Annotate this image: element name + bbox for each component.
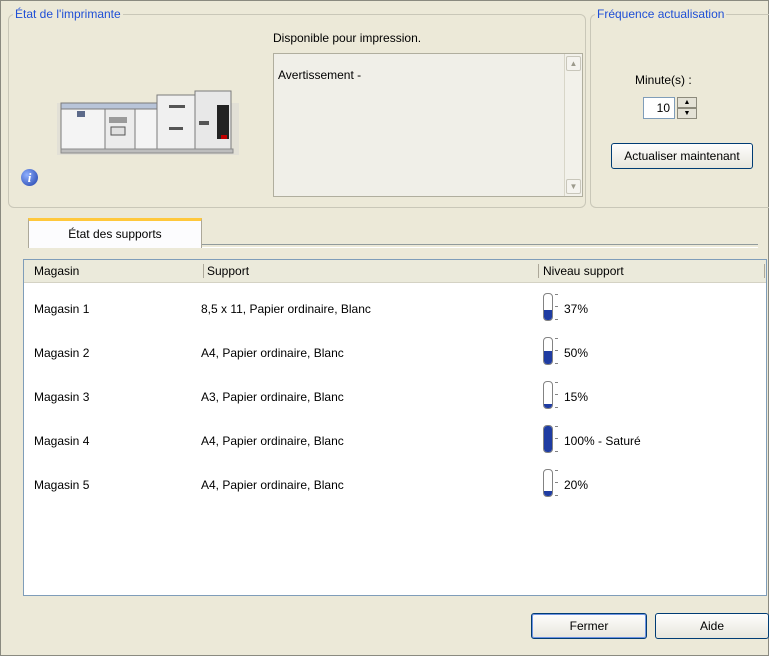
printer-status-text: Disponible pour impression. — [273, 31, 422, 45]
media-level-text: 100% - Saturé — [564, 434, 641, 448]
tray-level-gauge-icon — [543, 425, 553, 453]
help-button[interactable]: Aide — [655, 613, 769, 639]
printer-status-group: État de l'imprimante i Disponible pour i… — [8, 7, 586, 208]
media-cell: A4, Papier ordinaire, Blanc — [201, 346, 344, 360]
tab-divider — [202, 244, 758, 248]
table-row[interactable]: Magasin 4 A4, Papier ordinaire, Blanc 100%… — [24, 421, 766, 465]
media-level-text: 37% — [564, 302, 589, 316]
gauge-fill — [544, 426, 552, 452]
table-row[interactable]: Magasin 3 A3, Papier ordinaire, Blanc 15% — [24, 377, 766, 421]
table-header: Magasin Support Niveau support — [24, 260, 766, 283]
refresh-now-button[interactable]: Actualiser maintenant — [611, 143, 753, 169]
table-row[interactable]: Magasin 5 A4, Papier ordinaire, Blanc 20% — [24, 465, 766, 509]
media-cell: A4, Papier ordinaire, Blanc — [201, 434, 344, 448]
column-separator[interactable] — [764, 264, 765, 278]
gauge-ticks — [555, 425, 558, 453]
media-cell: A3, Papier ordinaire, Blanc — [201, 390, 344, 404]
tray-name-cell: Magasin 3 — [34, 390, 90, 404]
gauge-ticks — [555, 469, 558, 497]
table-row[interactable]: Magasin 1 8,5 x 11, Papier ordinaire, Bla… — [24, 289, 766, 333]
gauge-ticks — [555, 337, 558, 365]
minute-label: Minute(s) : — [635, 73, 692, 87]
column-separator[interactable] — [538, 264, 539, 278]
gauge-fill — [544, 351, 552, 364]
warning-message-box[interactable]: Avertissement - ▲ ▼ — [273, 53, 583, 197]
table-row[interactable]: Magasin 2 A4, Papier ordinaire, Blanc 50% — [24, 333, 766, 377]
scroll-up-arrow-icon[interactable]: ▲ — [566, 56, 581, 71]
gauge-fill — [544, 491, 552, 496]
tray-name-cell: Magasin 4 — [34, 434, 90, 448]
media-cell: 8,5 x 11, Papier ordinaire, Blanc — [201, 302, 371, 316]
tray-level-gauge-icon — [543, 293, 553, 321]
tray-name-cell: Magasin 1 — [34, 302, 90, 316]
refresh-frequency-title: Fréquence actualisation — [595, 7, 727, 21]
media-cell: A4, Papier ordinaire, Blanc — [201, 478, 344, 492]
tray-level-gauge-icon — [543, 337, 553, 365]
gauge-ticks — [555, 293, 558, 321]
column-header-media[interactable]: Support — [207, 260, 249, 282]
warning-scrollbar[interactable]: ▲ ▼ — [564, 54, 582, 196]
gauge-fill — [544, 310, 552, 320]
stepper-down-arrow-icon[interactable]: ▼ — [677, 108, 697, 119]
gauge-fill — [544, 404, 552, 408]
printer-status-title: État de l'imprimante — [13, 7, 123, 21]
media-status-table[interactable]: Magasin Support Niveau support Magasin 1… — [23, 259, 767, 596]
stepper-up-arrow-icon[interactable]: ▲ — [677, 97, 697, 108]
media-level-text: 20% — [564, 478, 589, 492]
column-header-tray[interactable]: Magasin — [34, 260, 79, 282]
info-icon[interactable]: i — [21, 169, 38, 186]
tab-media-status[interactable]: État des supports — [28, 218, 202, 248]
scroll-down-arrow-icon[interactable]: ▼ — [566, 179, 581, 194]
printer-icon — [57, 90, 239, 155]
tray-level-gauge-icon — [543, 381, 553, 409]
media-level-text: 50% — [564, 346, 589, 360]
gauge-ticks — [555, 381, 558, 409]
column-header-media-level[interactable]: Niveau support — [543, 260, 624, 282]
close-button[interactable]: Fermer — [531, 613, 647, 639]
tray-level-gauge-icon — [543, 469, 553, 497]
minute-stepper-input[interactable]: 10 — [643, 97, 675, 119]
tray-name-cell: Magasin 2 — [34, 346, 90, 360]
refresh-frequency-group: Fréquence actualisation Minute(s) : 10 ▲… — [590, 7, 769, 208]
media-level-text: 15% — [564, 390, 589, 404]
column-separator[interactable] — [203, 264, 204, 278]
tray-name-cell: Magasin 5 — [34, 478, 90, 492]
warning-text: Avertissement - — [278, 68, 362, 82]
